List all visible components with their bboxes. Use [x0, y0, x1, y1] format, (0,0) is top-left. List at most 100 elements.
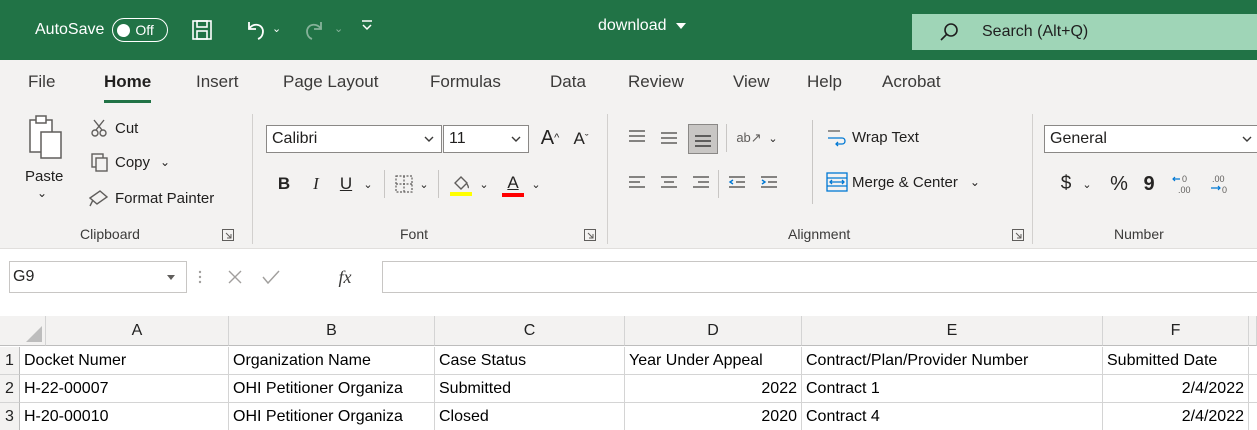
- bold-button[interactable]: B: [270, 170, 298, 198]
- cell-e2[interactable]: Contract 1: [802, 375, 1103, 403]
- redo-icon[interactable]: [302, 17, 328, 43]
- document-title[interactable]: download: [598, 17, 686, 35]
- borders-dropdown-icon[interactable]: ⌄: [416, 174, 432, 194]
- redo-dropdown-icon[interactable]: ⌄: [334, 22, 343, 35]
- cell-e3[interactable]: Contract 4: [802, 403, 1103, 430]
- alignment-group-label: Alignment: [788, 226, 851, 242]
- cell-c3[interactable]: Closed: [435, 403, 625, 430]
- clipboard-launcher-icon[interactable]: [222, 229, 234, 241]
- cell-b3[interactable]: OHI Petitioner Organiza: [229, 403, 435, 430]
- currency-button[interactable]: $: [1054, 170, 1078, 198]
- comma-button[interactable]: 9: [1138, 170, 1160, 198]
- cell-g2[interactable]: [1249, 375, 1257, 403]
- decrease-decimal-icon[interactable]: .00 0: [1206, 170, 1238, 198]
- orientation-icon[interactable]: ab↗: [734, 124, 764, 152]
- insert-function-button[interactable]: fx: [330, 263, 360, 291]
- middle-align-icon[interactable]: [656, 124, 682, 150]
- fill-color-button[interactable]: [448, 170, 474, 200]
- cell-f2[interactable]: 2/4/2022: [1103, 375, 1249, 403]
- cell-a1[interactable]: Docket Numer: [20, 347, 229, 375]
- cell-b1[interactable]: Organization Name: [229, 347, 435, 375]
- cell-d3[interactable]: 2020: [625, 403, 802, 430]
- tab-help[interactable]: Help: [807, 72, 842, 92]
- column-header-d[interactable]: D: [625, 316, 802, 346]
- column-header-b[interactable]: B: [229, 316, 435, 346]
- row-header-3[interactable]: 3: [0, 403, 20, 430]
- font-color-button[interactable]: A: [500, 170, 526, 200]
- font-launcher-icon[interactable]: [584, 229, 596, 241]
- cell-g3[interactable]: [1249, 403, 1257, 430]
- tab-data[interactable]: Data: [550, 72, 586, 92]
- decrease-font-size-icon[interactable]: Aˇ: [568, 126, 594, 152]
- column-header-f[interactable]: F: [1103, 316, 1249, 346]
- enter-check-icon[interactable]: [258, 265, 284, 289]
- underline-button[interactable]: U: [332, 170, 360, 198]
- increase-decimal-icon[interactable]: 0.00: [1170, 170, 1202, 198]
- cancel-icon[interactable]: [222, 265, 248, 289]
- cell-e1[interactable]: Contract/Plan/Provider Number: [802, 347, 1103, 375]
- align-left-icon[interactable]: [624, 170, 650, 196]
- tab-acrobat[interactable]: Acrobat: [882, 72, 941, 92]
- bottom-align-icon[interactable]: [688, 124, 718, 154]
- cell-a3[interactable]: H-20-00010: [20, 403, 229, 430]
- increase-font-size-icon[interactable]: A ^: [536, 124, 564, 152]
- font-size-combo[interactable]: 11: [443, 125, 529, 153]
- cell-c2[interactable]: Submitted: [435, 375, 625, 403]
- orientation-dropdown-icon[interactable]: ⌄: [766, 128, 780, 148]
- column-header-g[interactable]: [1249, 316, 1257, 346]
- name-box[interactable]: G9: [9, 261, 187, 293]
- number-format-combo[interactable]: General: [1044, 125, 1257, 153]
- tab-file[interactable]: File: [28, 72, 55, 92]
- cell-b2[interactable]: OHI Petitioner Organiza: [229, 375, 435, 403]
- customize-toolbar-icon[interactable]: [360, 18, 374, 32]
- cell-d1[interactable]: Year Under Appeal: [625, 347, 802, 375]
- cut-button[interactable]: Cut: [90, 118, 138, 138]
- tab-review[interactable]: Review: [628, 72, 684, 92]
- autosave-toggle[interactable]: Off: [112, 18, 169, 42]
- format-painter-button[interactable]: Format Painter: [88, 188, 214, 208]
- copy-button[interactable]: Copy ⌄: [90, 152, 170, 172]
- column-header-a[interactable]: A: [46, 316, 229, 346]
- align-right-icon[interactable]: [688, 170, 714, 196]
- column-header-c[interactable]: C: [435, 316, 625, 346]
- drag-handle-icon[interactable]: [198, 269, 202, 285]
- tab-home[interactable]: Home: [104, 72, 152, 103]
- increase-indent-icon[interactable]: [756, 170, 782, 196]
- decrease-indent-icon[interactable]: [724, 170, 750, 196]
- save-icon[interactable]: [190, 18, 214, 42]
- autosave-control[interactable]: AutoSave Off: [35, 18, 169, 42]
- fill-color-dropdown-icon[interactable]: ⌄: [476, 174, 492, 194]
- tab-view[interactable]: View: [733, 72, 770, 92]
- row-header-1[interactable]: 1: [0, 347, 20, 375]
- currency-dropdown-icon[interactable]: ⌄: [1080, 174, 1094, 194]
- wrap-text-button[interactable]: Wrap Text: [826, 126, 919, 148]
- tab-insert[interactable]: Insert: [196, 72, 239, 92]
- cell-a2[interactable]: H-22-00007: [20, 375, 229, 403]
- alignment-launcher-icon[interactable]: [1012, 229, 1024, 241]
- cell-c1[interactable]: Case Status: [435, 347, 625, 375]
- cell-f3[interactable]: 2/4/2022: [1103, 403, 1249, 430]
- font-name-combo[interactable]: Calibri: [266, 125, 442, 153]
- paste-button[interactable]: Paste ⌄: [24, 112, 64, 208]
- merge-center-button[interactable]: Merge & Center ⌄: [826, 172, 980, 192]
- cell-g1[interactable]: [1249, 347, 1257, 375]
- percent-button[interactable]: %: [1106, 170, 1132, 198]
- name-box-dropdown-icon: [167, 275, 175, 280]
- top-align-icon[interactable]: [624, 124, 650, 150]
- font-color-dropdown-icon[interactable]: ⌄: [528, 174, 544, 194]
- row-header-2[interactable]: 2: [0, 375, 20, 403]
- underline-dropdown-icon[interactable]: ⌄: [360, 174, 376, 194]
- undo-dropdown-icon[interactable]: ⌄: [272, 22, 281, 35]
- center-icon[interactable]: [656, 170, 682, 196]
- italic-button[interactable]: I: [302, 170, 330, 198]
- formula-input[interactable]: [382, 261, 1257, 293]
- tab-page-layout[interactable]: Page Layout: [283, 72, 378, 92]
- borders-icon[interactable]: [392, 172, 416, 196]
- column-header-e[interactable]: E: [802, 316, 1103, 346]
- cell-d2[interactable]: 2022: [625, 375, 802, 403]
- cell-f1[interactable]: Submitted Date: [1103, 347, 1249, 375]
- search-box[interactable]: Search (Alt+Q): [912, 14, 1257, 50]
- tab-formulas[interactable]: Formulas: [430, 72, 501, 92]
- undo-icon[interactable]: [242, 17, 268, 43]
- select-all-corner[interactable]: [0, 316, 46, 346]
